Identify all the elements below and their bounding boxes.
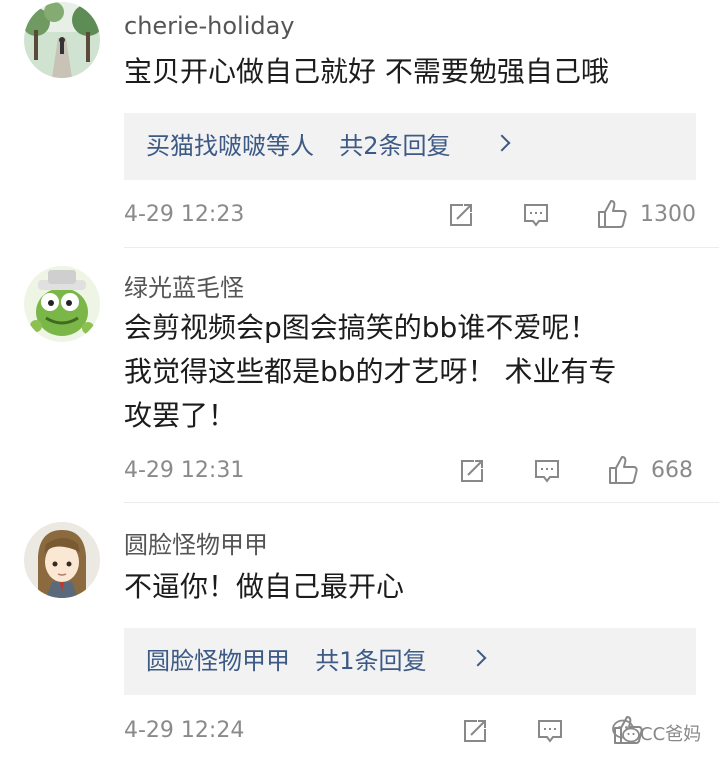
share-icon[interactable] <box>458 457 486 489</box>
reply-author-link[interactable]: 买猫找啵啵等人 <box>146 132 314 160</box>
thumbs-up-icon[interactable] <box>607 454 639 490</box>
comment-text: 不逼你！做自己最开心 <box>124 570 405 603</box>
reply-count[interactable]: 共2条回复 <box>339 132 450 160</box>
comment-icon[interactable] <box>536 717 564 749</box>
comment-icon[interactable] <box>522 201 550 233</box>
comment-text: 宝贝开心做自己就好 不需要勉强自己哦 <box>124 55 609 88</box>
username[interactable]: 圆脸怪物甲甲 <box>124 525 268 560</box>
thumbs-up-icon[interactable] <box>596 198 628 234</box>
reply-author-link[interactable]: 圆脸怪物甲甲 <box>146 647 290 675</box>
comment-time: 4-29 12:31 <box>124 458 245 483</box>
comment-meta: 4-29 12:31 668 <box>0 451 719 491</box>
reply-summary[interactable]: 买猫找啵啵等人 共2条回复 <box>146 113 451 180</box>
comment-text-line: 攻罢了！ <box>124 399 237 432</box>
comment-time: 4-29 12:23 <box>124 202 245 227</box>
watermark-text: CC爸妈 <box>640 724 702 745</box>
chevron-right-icon <box>493 134 511 152</box>
chevron-right-icon <box>469 649 487 667</box>
share-icon[interactable] <box>447 201 475 233</box>
comment-text-line: 会剪视频会p图会搞笑的bb谁不爱呢！ <box>124 311 598 344</box>
reply-summary[interactable]: 圆脸怪物甲甲 共1条回复 <box>146 628 427 695</box>
comment-meta: 4-29 12:23 1300 <box>0 195 719 235</box>
like-count: 1300 <box>640 202 696 227</box>
reply-count[interactable]: 共1条回复 <box>315 647 426 675</box>
reply-preview[interactable]: 圆脸怪物甲甲 共1条回复 <box>124 628 696 695</box>
comment-item: 绿光蓝毛怪 会剪视频会p图会搞笑的bb谁不爱呢！ 我觉得这些都是bb的才艺呀！ … <box>0 248 719 502</box>
comment-text-line: 我觉得这些都是bb的才艺呀！ 术业有专 <box>124 355 617 388</box>
watermark: CC爸妈 <box>610 712 719 752</box>
avatar[interactable] <box>24 266 100 342</box>
wechat-icon <box>612 718 640 748</box>
comment-time: 4-29 12:24 <box>124 718 245 743</box>
like-count: 668 <box>651 458 693 483</box>
share-icon[interactable] <box>461 717 489 749</box>
username[interactable]: 绿光蓝毛怪 <box>124 268 244 303</box>
avatar[interactable] <box>24 2 100 78</box>
reply-preview[interactable]: 买猫找啵啵等人 共2条回复 <box>124 113 696 180</box>
comment-icon[interactable] <box>533 457 561 489</box>
comment-item: cherie-holiday 宝贝开心做自己就好 不需要勉强自己哦 买猫找啵啵等… <box>0 0 719 247</box>
avatar[interactable] <box>24 522 100 598</box>
comment-text: 会剪视频会p图会搞笑的bb谁不爱呢！ 我觉得这些都是bb的才艺呀！ 术业有专 攻… <box>124 306 701 438</box>
username[interactable]: cherie-holiday <box>124 12 295 40</box>
